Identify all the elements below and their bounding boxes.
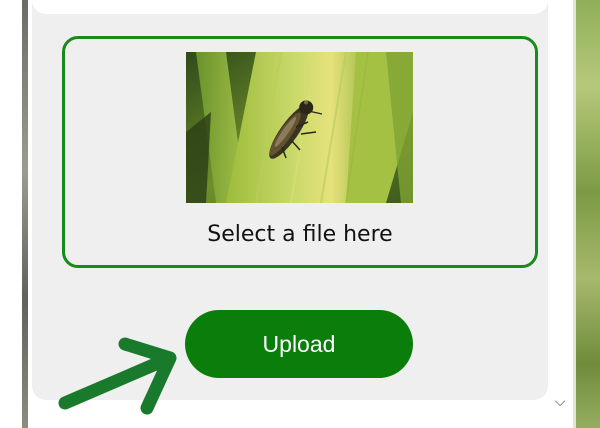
background-right-strip xyxy=(573,0,600,428)
upload-button[interactable]: Upload xyxy=(185,310,413,378)
scrollbar-track[interactable] xyxy=(548,0,573,428)
screenshot-stage: ⌵ Select a file here Upload xyxy=(0,0,600,428)
leafhopper-on-leaf-icon xyxy=(186,52,413,203)
panel-top-edge xyxy=(32,0,548,14)
background-left-strip xyxy=(22,0,28,428)
chevron-down-icon[interactable]: ⌵ xyxy=(552,394,568,410)
arrow-icon xyxy=(58,337,177,415)
dropzone-label: Select a file here xyxy=(207,222,393,247)
